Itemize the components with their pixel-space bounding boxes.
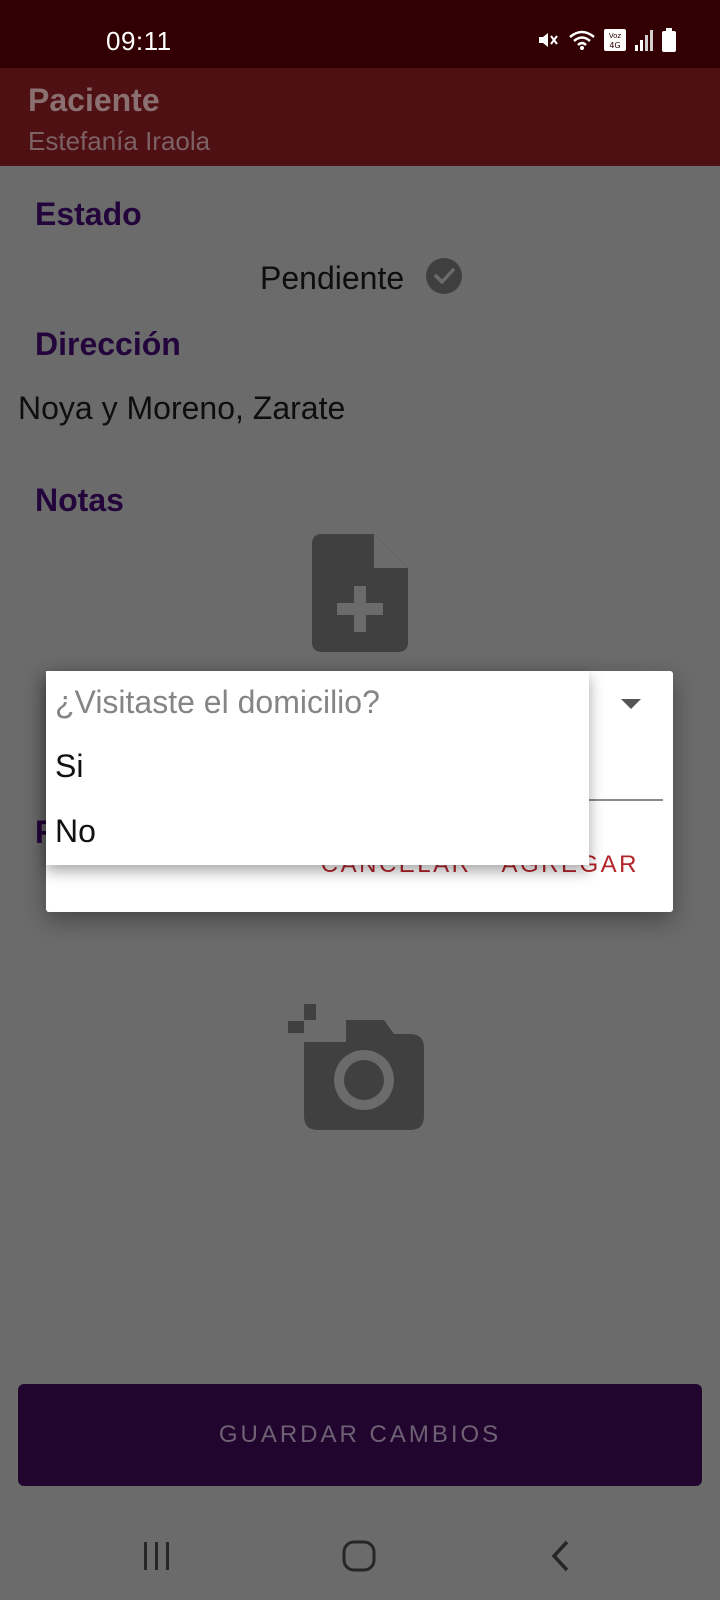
direccion-heading: Dirección (35, 326, 181, 362)
dropdown-arrow-icon[interactable] (620, 697, 642, 715)
status-time: 09:11 (106, 26, 172, 56)
add-photo-icon[interactable] (288, 1004, 428, 1139)
status-icons: Voz 4G (536, 28, 676, 52)
address-value: Noya y Moreno, Zarate (18, 390, 346, 426)
option-no[interactable]: No (55, 813, 575, 850)
status-bar: 09:11 Voz 4G (0, 0, 720, 68)
app-bar: Paciente Estefanía Iraola (0, 68, 720, 166)
recent-apps-icon[interactable] (132, 1536, 182, 1576)
page-title: Paciente (28, 82, 160, 118)
option-si[interactable]: Si (55, 748, 575, 785)
check-circle-icon[interactable] (426, 258, 463, 299)
save-changes-button[interactable]: GUARDAR CAMBIOS (18, 1384, 702, 1486)
back-icon[interactable] (536, 1536, 586, 1576)
home-icon[interactable] (334, 1536, 384, 1576)
volte-4g-icon: Voz 4G (604, 29, 626, 51)
patient-name: Estefanía Iraola (28, 126, 211, 156)
svg-text:4G: 4G (609, 41, 620, 50)
battery-icon (662, 28, 676, 52)
signal-icon (634, 29, 654, 51)
estado-value: Pendiente (260, 260, 405, 296)
mute-icon (536, 28, 560, 52)
estado-heading: Estado (35, 196, 142, 232)
add-note-icon[interactable] (312, 534, 408, 657)
wifi-icon (568, 28, 596, 52)
visit-dropdown-popup: ¿Visitaste el domicilio? Si No (46, 671, 589, 865)
svg-text:Voz: Voz (609, 32, 622, 40)
estado-row[interactable]: Pendiente (260, 258, 463, 299)
dropdown-hint[interactable]: ¿Visitaste el domicilio? (55, 684, 575, 721)
notas-heading: Notas (35, 482, 124, 518)
system-nav-bar (0, 1510, 720, 1600)
